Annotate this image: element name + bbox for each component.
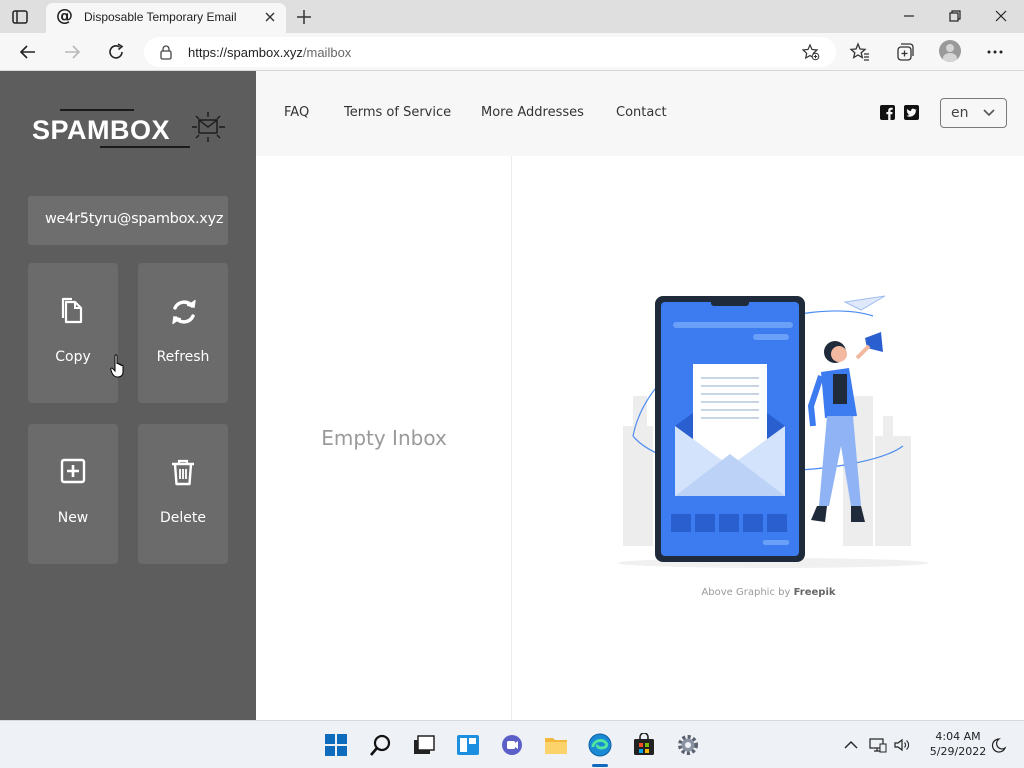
network-icon[interactable] <box>869 737 887 753</box>
logo-rule-bottom <box>100 146 190 148</box>
chevron-down-icon <box>983 109 995 117</box>
delete-button[interactable]: Delete <box>138 424 228 564</box>
chat-icon[interactable] <box>500 733 524 757</box>
forward-icon[interactable] <box>61 41 83 63</box>
hand-cursor-icon <box>110 354 124 378</box>
tab-title: Disposable Temporary Email <box>84 10 237 24</box>
reload-icon[interactable] <box>105 41 127 63</box>
focus-assist-moon-icon[interactable] <box>989 737 1007 753</box>
new-tab-icon[interactable] <box>294 7 314 27</box>
message-view: Above Graphic by Freepik <box>513 156 1024 720</box>
add-favorite-icon[interactable] <box>802 43 820 61</box>
profile-avatar[interactable] <box>939 40 961 62</box>
site-logo[interactable]: SPAMBOX <box>30 106 230 156</box>
email-address: we4r5tyru@spambox.xyz <box>45 211 224 227</box>
browser-toolbar: https://spambox.xyz/mailbox <box>0 33 1024 71</box>
trash-icon <box>172 459 194 486</box>
copy-label: Copy <box>55 349 91 365</box>
nav-more-addresses-link[interactable]: More Addresses <box>481 105 584 120</box>
chevron-up-icon[interactable] <box>842 737 860 753</box>
facebook-icon[interactable] <box>880 105 895 120</box>
settings-gear-icon[interactable] <box>676 733 700 757</box>
nav-contact-link[interactable]: Contact <box>616 105 667 120</box>
close-tab-icon[interactable] <box>262 9 278 25</box>
refresh-label: Refresh <box>156 349 210 365</box>
tab-favicon-icon: @ <box>56 6 73 26</box>
active-app-indicator <box>592 764 608 767</box>
system-clock[interactable]: 4:04 AM 5/29/2022 <box>920 729 996 759</box>
browser-tab-strip: @ Disposable Temporary Email <box>0 0 1024 33</box>
browser-tab-active[interactable]: @ Disposable Temporary Email <box>46 3 286 33</box>
edge-browser-icon[interactable] <box>588 733 612 757</box>
email-address-field[interactable]: we4r5tyru@spambox.xyz <box>28 196 228 245</box>
copy-button[interactable]: Copy <box>28 263 118 403</box>
more-options-icon[interactable] <box>984 41 1006 63</box>
url-path: /mailbox <box>302 45 352 60</box>
widgets-icon[interactable] <box>456 733 480 757</box>
clock-time: 4:04 AM <box>935 730 981 743</box>
lock-icon[interactable] <box>158 44 174 60</box>
inbox-list: Empty Inbox <box>256 156 512 720</box>
logo-rule-top <box>60 109 134 111</box>
credit-author-link[interactable]: Freepik <box>794 587 836 598</box>
add-square-icon <box>60 458 86 484</box>
restore-icon[interactable] <box>944 6 966 26</box>
back-icon[interactable] <box>17 41 39 63</box>
search-icon[interactable] <box>369 733 393 757</box>
task-view-icon[interactable] <box>412 733 436 757</box>
tab-actions-icon[interactable] <box>10 7 30 27</box>
refresh-icon <box>172 299 196 325</box>
microsoft-store-icon[interactable] <box>632 733 656 757</box>
new-label: New <box>57 510 89 526</box>
delete-label: Delete <box>160 510 206 526</box>
refresh-button[interactable]: Refresh <box>138 263 228 403</box>
graphic-credit: Above Graphic by Freepik <box>513 587 1024 598</box>
nav-faq-link[interactable]: FAQ <box>284 105 309 120</box>
windows-taskbar: 4:04 AM 5/29/2022 <box>0 720 1024 768</box>
mailbox-illustration <box>618 295 928 568</box>
url-text: https://spambox.xyz/mailbox <box>188 45 351 60</box>
collections-icon[interactable] <box>894 41 916 63</box>
credit-prefix: Above Graphic by <box>701 587 794 598</box>
volume-icon[interactable] <box>893 737 911 753</box>
clock-date: 5/29/2022 <box>929 745 987 758</box>
new-button[interactable]: New <box>28 424 118 564</box>
twitter-icon[interactable] <box>904 105 919 120</box>
language-select[interactable]: en <box>940 98 1007 128</box>
file-explorer-icon[interactable] <box>544 733 568 757</box>
language-value: en <box>951 105 969 121</box>
top-navigation: FAQ Terms of Service More Addresses Cont… <box>256 71 1024 156</box>
logo-envelope-icon <box>192 112 225 142</box>
empty-inbox-message: Empty Inbox <box>321 426 447 450</box>
nav-terms-link[interactable]: Terms of Service <box>344 105 451 120</box>
window-close-icon[interactable] <box>990 6 1012 26</box>
url-host: https://spambox.xyz <box>188 45 303 60</box>
sidebar: SPAMBOX we4r5tyru@spambox.xyz Copy Refre… <box>0 71 256 720</box>
address-bar[interactable]: https://spambox.xyz/mailbox <box>144 37 836 67</box>
minimize-icon[interactable] <box>898 6 920 26</box>
favorites-icon[interactable] <box>849 41 871 63</box>
logo-text: SPAMBOX <box>32 115 171 145</box>
copy-icon <box>61 297 83 324</box>
windows-start-icon[interactable] <box>324 733 348 757</box>
